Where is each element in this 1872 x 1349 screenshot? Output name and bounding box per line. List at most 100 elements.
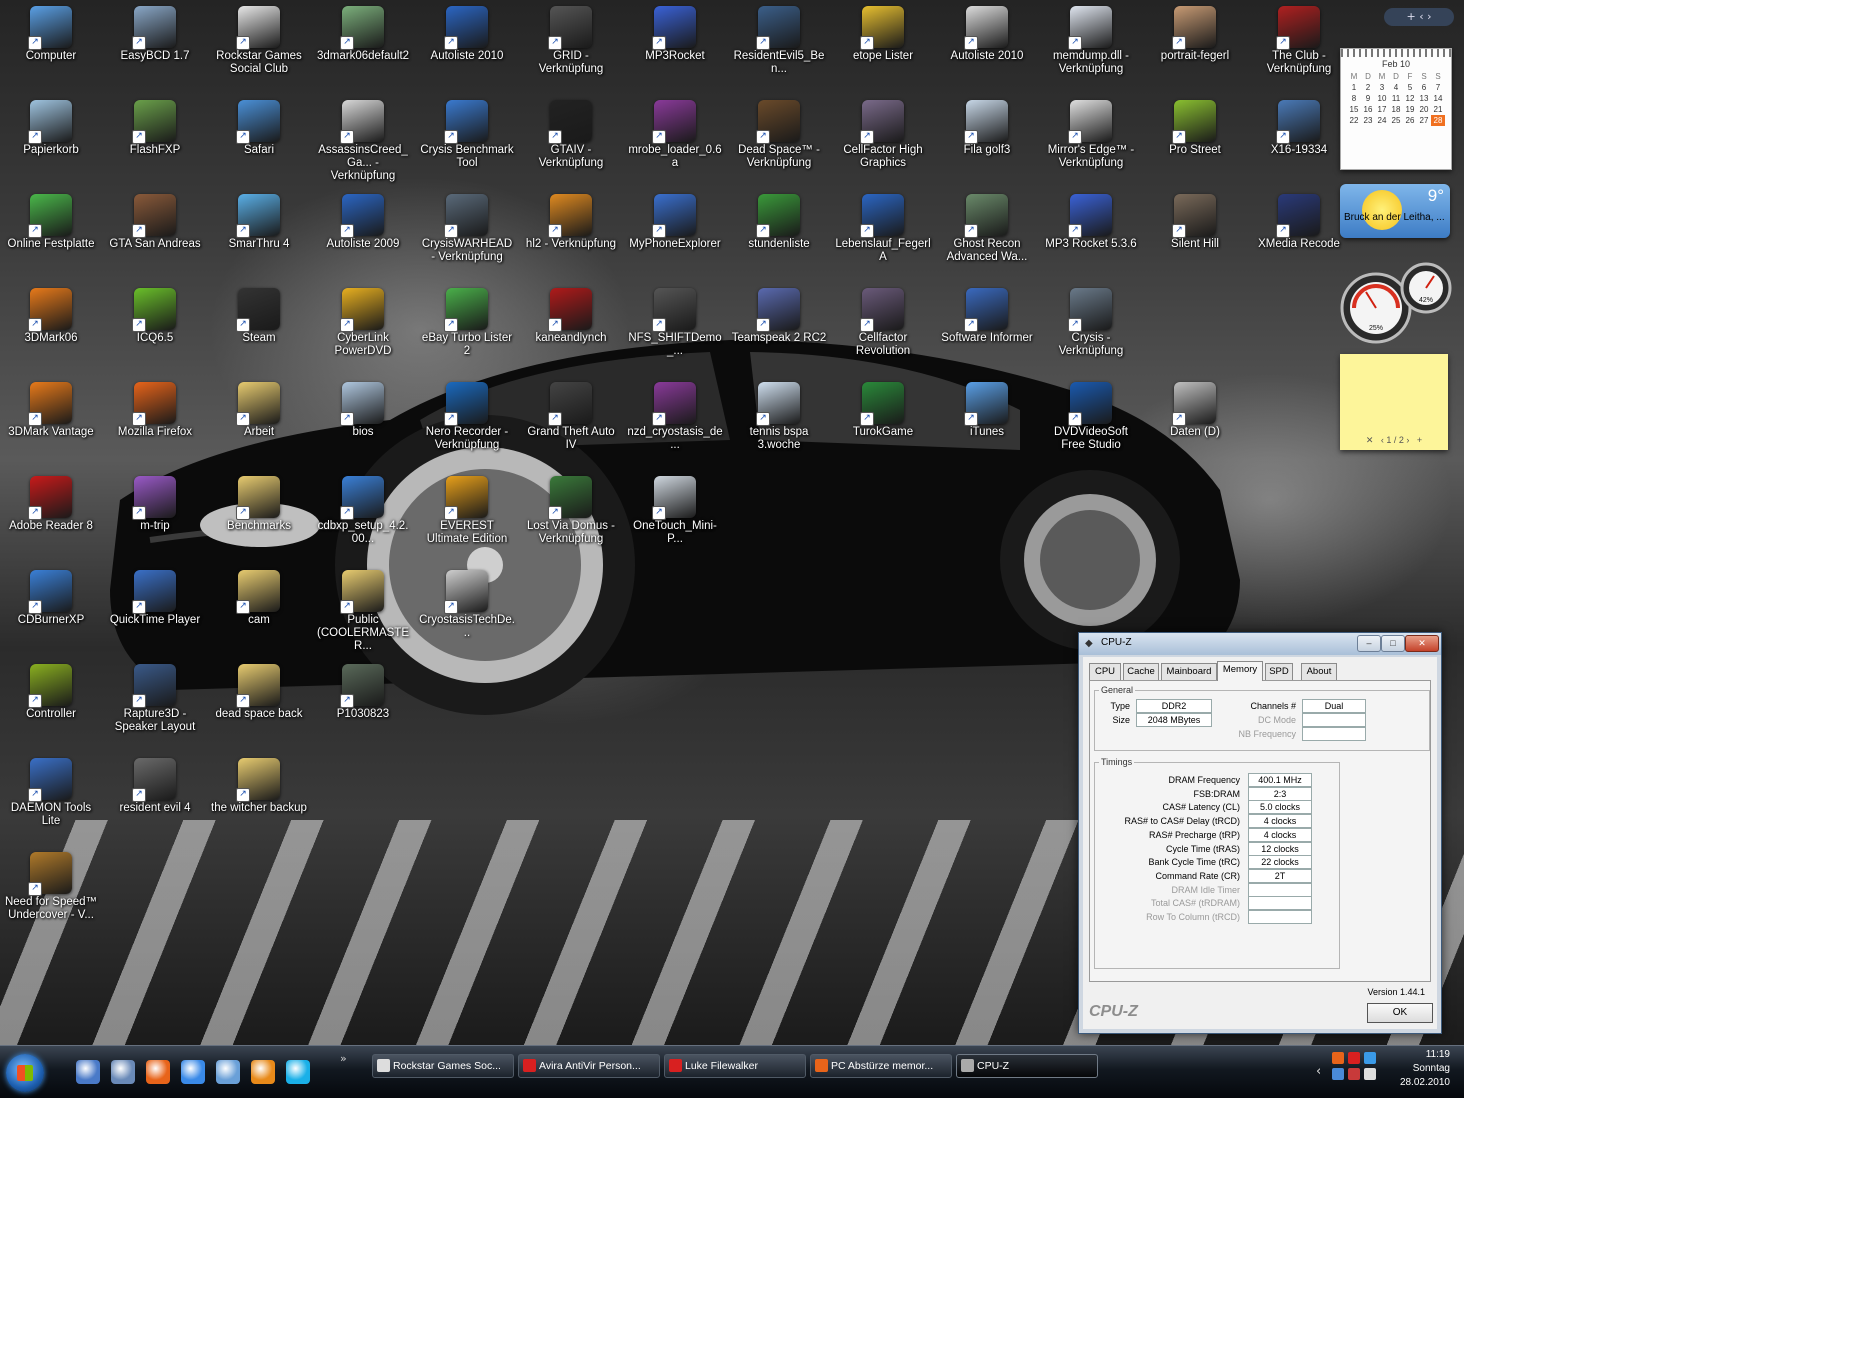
taskbar-clock[interactable]: 11:19 Sonntag 28.02.2010 bbox=[1400, 1048, 1450, 1090]
calendar-day[interactable]: 21 bbox=[1431, 104, 1445, 115]
desktop-icon[interactable]: ↗ m-trip bbox=[107, 470, 203, 533]
calendar-day[interactable]: 24 bbox=[1375, 115, 1389, 126]
calendar-day[interactable]: 22 bbox=[1347, 115, 1361, 126]
notes-gadget[interactable]: ✕ ‹ 1 / 2 › + bbox=[1340, 354, 1448, 450]
desktop-icon[interactable]: ↗ GTAIV - Verknüpfung bbox=[523, 94, 619, 170]
tab-memory[interactable]: Memory bbox=[1217, 661, 1263, 681]
switch-windows-icon[interactable] bbox=[111, 1060, 135, 1084]
tray-network-icon[interactable] bbox=[1332, 1068, 1344, 1080]
weather-gadget[interactable]: 9° Bruck an der Leitha, ... bbox=[1340, 184, 1450, 238]
desktop-icon[interactable]: ↗ AssassinsCreed_Ga... - Verknüpfung bbox=[315, 94, 411, 183]
desktop-icon[interactable]: ↗ Pro Street bbox=[1147, 94, 1243, 157]
cpuz-window[interactable]: ◆ CPU-Z – □ ✕ CPU Cache Mainboard Memory… bbox=[1078, 632, 1442, 1034]
calendar-day[interactable]: 16 bbox=[1361, 104, 1375, 115]
tray-security-icon[interactable] bbox=[1348, 1068, 1360, 1080]
cpuz-titlebar[interactable]: ◆ CPU-Z – □ ✕ bbox=[1079, 633, 1441, 655]
desktop-icon[interactable]: ↗ dead space back bbox=[211, 658, 307, 721]
explorer-icon[interactable] bbox=[216, 1060, 240, 1084]
desktop-icon[interactable]: ↗ etope Lister bbox=[835, 0, 931, 63]
calendar-day[interactable]: 27 bbox=[1417, 115, 1431, 126]
desktop-icon[interactable]: ↗ Dead Space™ - Verknüpfung bbox=[731, 94, 827, 170]
desktop-icon[interactable]: ↗ Public (COOLERMASTER... bbox=[315, 564, 411, 653]
desktop-icon[interactable]: ↗ Nero Recorder - Verknüpfung bbox=[419, 376, 515, 452]
tray-expand-arrow[interactable]: ‹ bbox=[1316, 1064, 1321, 1079]
desktop-icon[interactable]: ↗ Daten (D) bbox=[1147, 376, 1243, 439]
desktop-icon[interactable]: ↗ bios bbox=[315, 376, 411, 439]
desktop-icon[interactable]: ↗ Autoliste 2009 bbox=[315, 188, 411, 251]
calendar-day[interactable]: 28 bbox=[1431, 115, 1445, 126]
tray-volume-icon[interactable] bbox=[1364, 1068, 1376, 1080]
calendar-day[interactable]: 11 bbox=[1389, 93, 1403, 104]
desktop-icon[interactable]: ↗ CyberLink PowerDVD bbox=[315, 282, 411, 358]
calendar-day[interactable]: 20 bbox=[1417, 104, 1431, 115]
desktop-icon[interactable]: ↗ SmarThru 4 bbox=[211, 188, 307, 251]
taskbar-button[interactable]: Rockstar Games Soc... bbox=[372, 1054, 514, 1078]
desktop-icon[interactable]: ↗ GRID - Verknüpfung bbox=[523, 0, 619, 76]
desktop-icon[interactable]: ↗ NFS_SHIFTDemo_... bbox=[627, 282, 723, 358]
start-button[interactable] bbox=[6, 1054, 44, 1092]
desktop-icon[interactable]: ↗ EVEREST Ultimate Edition bbox=[419, 470, 515, 546]
desktop-icon[interactable]: ↗ Online Festplatte bbox=[3, 188, 99, 251]
desktop-icon[interactable]: ↗ Lebenslauf_FegerlA bbox=[835, 188, 931, 264]
calendar-day[interactable]: 12 bbox=[1403, 93, 1417, 104]
sidebar-controls[interactable]: + ‹ › bbox=[1384, 8, 1454, 26]
calendar-day[interactable]: 17 bbox=[1375, 104, 1389, 115]
media-player-icon[interactable] bbox=[251, 1060, 275, 1084]
calendar-day[interactable]: 8 bbox=[1347, 93, 1361, 104]
desktop-icon[interactable]: ↗ Arbeit bbox=[211, 376, 307, 439]
desktop-icon[interactable]: ↗ CrysisWARHEAD - Verknüpfung bbox=[419, 188, 515, 264]
desktop-icon[interactable]: ↗ resident evil 4 bbox=[107, 752, 203, 815]
desktop-icon[interactable]: ↗ ResidentEvil5_Ben... bbox=[731, 0, 827, 76]
desktop-icon[interactable]: ↗ Ghost Recon Advanced Wa... bbox=[939, 188, 1035, 264]
desktop-icon[interactable]: ↗ TurokGame bbox=[835, 376, 931, 439]
desktop-icon[interactable]: ↗ Controller bbox=[3, 658, 99, 721]
desktop-icon[interactable]: ↗ memdump.dll - Verknüpfung bbox=[1043, 0, 1139, 76]
desktop-icon[interactable]: ↗ GTA San Andreas bbox=[107, 188, 203, 251]
desktop-icon[interactable]: ↗ Steam bbox=[211, 282, 307, 345]
desktop-icon[interactable]: ↗ CDBurnerXP bbox=[3, 564, 99, 627]
desktop-icon[interactable]: ↗ 3DMark06 bbox=[3, 282, 99, 345]
desktop-icon[interactable]: ↗ EasyBCD 1.7 bbox=[107, 0, 203, 63]
calendar-day[interactable]: 25 bbox=[1389, 115, 1403, 126]
desktop-icon[interactable]: ↗ FlashFXP bbox=[107, 94, 203, 157]
desktop-icon[interactable]: ↗ DVDVideoSoft Free Studio bbox=[1043, 376, 1139, 452]
desktop-icon[interactable]: ↗ 3dmark06default2 bbox=[315, 0, 411, 63]
close-button[interactable]: ✕ bbox=[1405, 635, 1439, 652]
desktop-icon[interactable]: ↗ the witcher backup bbox=[211, 752, 307, 815]
calendar-day[interactable]: 3 bbox=[1375, 82, 1389, 93]
maximize-button[interactable]: □ bbox=[1381, 635, 1405, 652]
taskbar-button[interactable]: CPU-Z bbox=[956, 1054, 1098, 1078]
desktop-icon[interactable]: ↗ Mirror's Edge™ - Verknüpfung bbox=[1043, 94, 1139, 170]
desktop-icon[interactable]: ↗ eBay Turbo Lister 2 bbox=[419, 282, 515, 358]
desktop-icon[interactable]: ↗ Safari bbox=[211, 94, 307, 157]
desktop-icon[interactable]: ↗ Cellfactor Revolution bbox=[835, 282, 931, 358]
desktop-icon[interactable]: ↗ MP3Rocket bbox=[627, 0, 723, 63]
calendar-gadget[interactable]: Feb 10 M D M D F S S 1 2 3 4 5 6 7 8 9 10 11 12 13 14 15 16 17 1… bbox=[1340, 48, 1452, 170]
notes-pager[interactable]: ✕ ‹ 1 / 2 › + bbox=[1340, 435, 1448, 446]
desktop-icon[interactable]: ↗ iTunes bbox=[939, 376, 1035, 439]
calendar-day[interactable]: 5 bbox=[1403, 82, 1417, 93]
minimize-button[interactable]: – bbox=[1357, 635, 1381, 652]
desktop-icon[interactable]: ↗ Benchmarks bbox=[211, 470, 307, 533]
taskbar-button[interactable]: Avira AntiVir Person... bbox=[518, 1054, 660, 1078]
quick-launch-overflow[interactable]: » bbox=[340, 1052, 347, 1065]
calendar-day[interactable]: 6 bbox=[1417, 82, 1431, 93]
desktop-icon[interactable]: ↗ ICQ6.5 bbox=[107, 282, 203, 345]
desktop-icon[interactable]: ↗ hl2 - Verknüpfung bbox=[523, 188, 619, 251]
calendar-day[interactable]: 15 bbox=[1347, 104, 1361, 115]
desktop-icon[interactable]: ↗ MP3 Rocket 5.3.6 bbox=[1043, 188, 1139, 251]
desktop-icon[interactable]: ↗ Fila golf3 bbox=[939, 94, 1035, 157]
desktop-icon[interactable]: ↗ Crysis Benchmark Tool bbox=[419, 94, 515, 170]
taskbar-button[interactable]: PC Abstürze memor... bbox=[810, 1054, 952, 1078]
tab-spd[interactable]: SPD bbox=[1265, 663, 1293, 680]
desktop-icon[interactable]: ↗ 3DMark Vantage bbox=[3, 376, 99, 439]
firefox-icon[interactable] bbox=[146, 1060, 170, 1084]
desktop-icon[interactable]: ↗ kaneandlynch bbox=[523, 282, 619, 345]
calendar-day[interactable]: 26 bbox=[1403, 115, 1417, 126]
calendar-day[interactable]: 1 bbox=[1347, 82, 1361, 93]
desktop-icon[interactable]: ↗ portrait-fegerl bbox=[1147, 0, 1243, 63]
desktop-icon[interactable]: ↗ MyPhoneExplorer bbox=[627, 188, 723, 251]
calendar-day[interactable]: 10 bbox=[1375, 93, 1389, 104]
desktop-icon[interactable]: ↗ Rapture3D - Speaker Layout bbox=[107, 658, 203, 734]
desktop-icon[interactable]: ↗ X16-19334 bbox=[1251, 94, 1347, 157]
